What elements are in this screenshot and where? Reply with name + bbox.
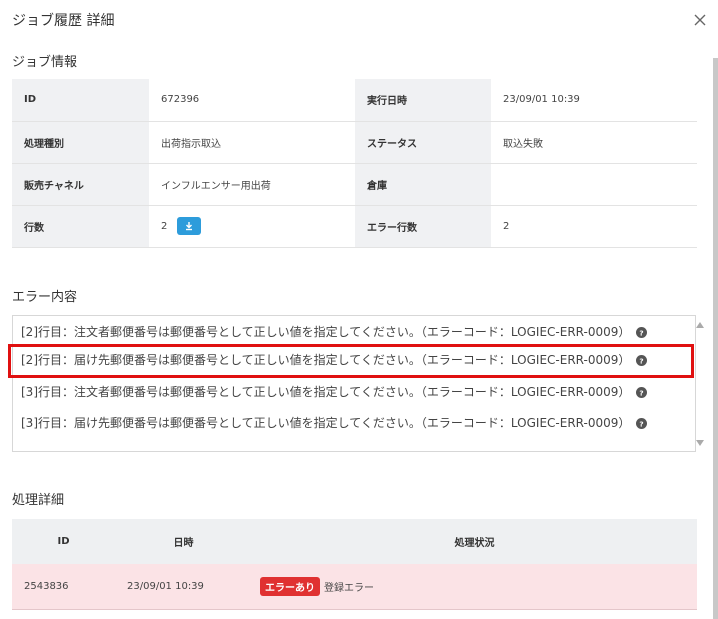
job-info-table: ID 672396 実行日時 23/09/01 10:39 処理種別 出荷指示取… [12, 79, 697, 248]
cell-datetime: 23/09/01 10:39 [115, 564, 252, 610]
error-badge: エラーあり [260, 577, 320, 596]
info-label: エラー行数 [355, 205, 491, 248]
info-label: ID [12, 79, 149, 122]
error-line: [2]行目：届け先郵便番号は郵便番号として正しい値を指定してください。（エラーコ… [21, 349, 648, 371]
column-header-id: ID [12, 519, 115, 564]
help-icon[interactable]: ? [636, 418, 648, 429]
info-value: 出荷指示取込 [149, 121, 355, 164]
table-row: 2543836 23/09/01 10:39 エラーあり 登録エラー [12, 564, 697, 610]
info-label: 倉庫 [355, 163, 491, 206]
info-label: 処理種別 [12, 121, 149, 164]
error-text: [2]行目：注文者郵便番号は郵便番号として正しい値を指定してください。（エラーコ… [21, 325, 631, 339]
info-label: ステータス [355, 121, 491, 164]
svg-text:?: ? [640, 419, 644, 428]
error-text: [3]行目：届け先郵便番号は郵便番号として正しい値を指定してください。（エラーコ… [21, 416, 631, 430]
svg-text:?: ? [640, 356, 644, 365]
info-value: 672396 [149, 79, 355, 122]
error-line: [2]行目：注文者郵便番号は郵便番号として正しい値を指定してください。（エラーコ… [21, 321, 648, 343]
info-value-row-count: 2 [149, 205, 355, 248]
dialog-title: ジョブ履歴 詳細 [12, 13, 115, 29]
cell-id: 2543836 [12, 564, 115, 610]
table-header-row: ID 日時 処理状況 [12, 519, 697, 564]
info-value: 23/09/01 10:39 [491, 79, 697, 122]
process-detail-title: 処理詳細 [12, 493, 65, 508]
error-list-box[interactable]: [2]行目：注文者郵便番号は郵便番号として正しい値を指定してください。（エラーコ… [12, 315, 704, 452]
status-text: 登録エラー [324, 583, 374, 594]
svg-text:?: ? [640, 388, 644, 397]
info-label: 行数 [12, 205, 149, 248]
job-info-row: 販売チャネル インフルエンサー用出荷 倉庫 [12, 163, 697, 206]
job-info-row: 処理種別 出荷指示取込 ステータス 取込失敗 [12, 121, 697, 164]
column-header-status: 処理状況 [252, 519, 697, 564]
help-icon[interactable]: ? [636, 387, 648, 398]
error-text: [3]行目：注文者郵便番号は郵便番号として正しい値を指定してください。（エラーコ… [21, 385, 631, 399]
info-label: 実行日時 [355, 79, 491, 122]
help-icon[interactable]: ? [636, 327, 648, 338]
cell-status: エラーあり 登録エラー [252, 564, 697, 610]
close-icon[interactable] [692, 12, 708, 28]
error-text: [2]行目：届け先郵便番号は郵便番号として正しい値を指定してください。（エラーコ… [21, 353, 631, 367]
info-value: 取込失敗 [491, 121, 697, 164]
info-value: インフルエンサー用出荷 [149, 163, 355, 206]
error-line: [3]行目：注文者郵便番号は郵便番号として正しい値を指定してください。（エラーコ… [21, 381, 648, 403]
scroll-down-icon[interactable] [696, 440, 704, 446]
info-value [491, 163, 697, 206]
download-button[interactable] [177, 217, 202, 235]
column-header-datetime: 日時 [115, 519, 252, 564]
error-content-title: エラー内容 [12, 290, 78, 305]
job-info-row: ID 672396 実行日時 23/09/01 10:39 [12, 79, 697, 122]
job-info-row: 行数 2 エラー行数 2 [12, 205, 697, 248]
download-icon [186, 222, 193, 231]
process-detail-table: ID 日時 処理状況 2543836 23/09/01 10:39 エラーあり登… [12, 519, 697, 610]
svg-text:?: ? [640, 328, 644, 337]
error-line: [3]行目：届け先郵便番号は郵便番号として正しい値を指定してください。（エラーコ… [21, 412, 648, 434]
info-label: 販売チャネル [12, 163, 149, 206]
job-info-title: ジョブ情報 [12, 55, 78, 70]
dialog-scrollbar[interactable] [713, 58, 718, 619]
info-value: 2 [491, 205, 697, 248]
scroll-up-icon[interactable] [696, 322, 704, 328]
help-icon[interactable]: ? [636, 355, 648, 366]
row-count-value: 2 [161, 221, 168, 232]
